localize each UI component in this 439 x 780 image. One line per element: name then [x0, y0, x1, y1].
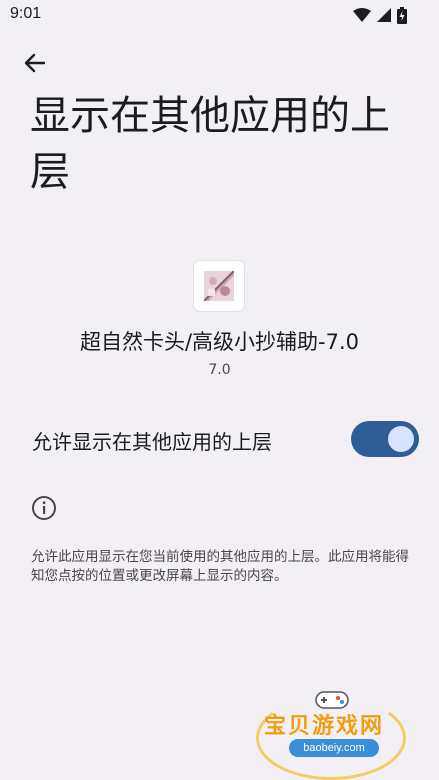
arrow-back-icon [24, 52, 46, 78]
info-icon [31, 495, 57, 521]
battery-icon [397, 6, 407, 24]
page-title: 显示在其他应用的上层 [30, 93, 390, 195]
app-icon [194, 261, 244, 311]
signal-icon [377, 8, 391, 22]
status-bar: 9:01 [0, 0, 439, 30]
permission-description: 允许此应用显示在您当前使用的其他应用的上层。此应用将能得知您点按的位置或更改屏幕… [31, 549, 409, 584]
permission-toggle[interactable] [351, 421, 419, 457]
watermark-title: 宝贝游戏网 [264, 714, 385, 739]
status-time: 9:01 [10, 5, 42, 22]
watermark-logo: 宝贝游戏网 baobeiy.com [256, 688, 416, 780]
wifi-icon [353, 8, 371, 22]
permission-toggle-row[interactable]: 允许显示在其他应用的上层 [0, 416, 439, 462]
back-button[interactable] [18, 48, 52, 82]
permission-label: 允许显示在其他应用的上层 [32, 430, 272, 454]
toggle-knob [388, 426, 414, 452]
status-icons [353, 6, 407, 24]
watermark-url: baobeiy.com [289, 739, 379, 757]
app-name: 超自然卡头/高级小抄辅助-7.0 [79, 330, 360, 354]
app-version: 7.0 [208, 362, 231, 378]
screen: 9:01 显示在其他应用的上层 超自然卡头/高级小抄辅助-7.0 7.0 允许显… [0, 0, 439, 780]
